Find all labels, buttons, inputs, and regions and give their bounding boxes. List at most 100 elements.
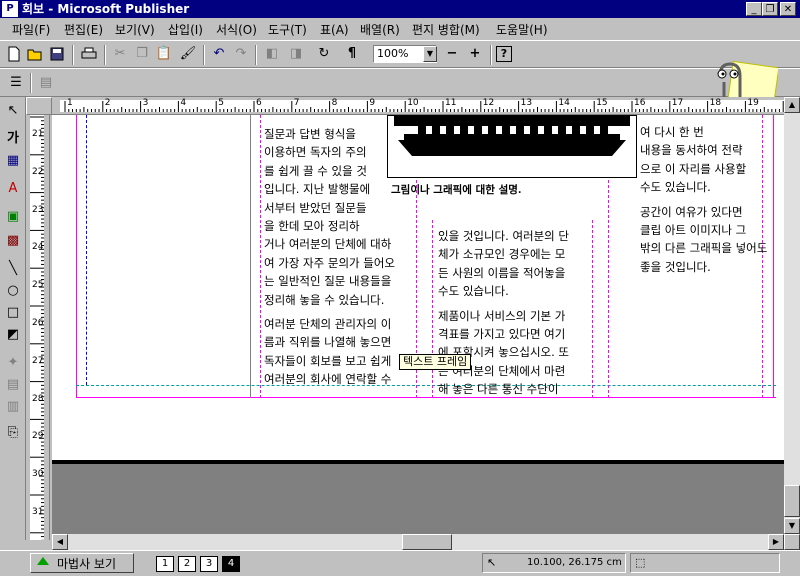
vertical-ruler[interactable]: 21 22 23 24 25 26 27 28 29 30 31 bbox=[26, 115, 50, 540]
text-frame-col1[interactable]: 질문과 답변 형식을 이용하면 독자의 주의 를 쉽게 끌 수 있을 것 입니다. 지… bbox=[264, 125, 412, 389]
text-frame-col3[interactable]: 여 다시 한 번 내용을 동서하여 전략 으로 이 자리를 사용할 수도 있습니다. … bbox=[640, 123, 767, 276]
properties-icon[interactable]: ▤ bbox=[36, 73, 56, 93]
ruler-label: 7 bbox=[293, 98, 300, 108]
menu-help[interactable]: 도움말(H) bbox=[496, 21, 548, 38]
close-button[interactable]: ✕ bbox=[780, 2, 796, 16]
rectangle-tool-icon[interactable]: □ bbox=[3, 303, 23, 323]
ruler-label: 27 bbox=[32, 355, 44, 366]
text-frame-tooltip: 텍스트 프레임 bbox=[399, 354, 472, 370]
copy-icon[interactable]: ❐ bbox=[132, 44, 152, 64]
ruler-label: 17 bbox=[671, 98, 684, 108]
clipart-tool-icon[interactable]: ▩ bbox=[3, 231, 23, 251]
ruler-label: 29 bbox=[32, 431, 44, 442]
ruler-label: 18 bbox=[709, 98, 722, 108]
ruler-label: 13 bbox=[520, 98, 533, 108]
menu-view[interactable]: 보기(V) bbox=[115, 21, 155, 38]
page[interactable]: 그림이나 그래픽에 대한 설명. 질문과 답변 형식을 이용하면 독자의 주의 를 … bbox=[52, 115, 784, 463]
save-icon[interactable] bbox=[47, 44, 67, 64]
menu-arrange[interactable]: 배열(R) bbox=[360, 21, 400, 38]
coordinates-panel: ↖ 10.100, 26.175 cm bbox=[482, 553, 626, 573]
wizard-button[interactable]: 마법사 보기 bbox=[30, 553, 134, 573]
text-line: 으로 이 자리를 사용할 bbox=[640, 161, 747, 176]
page-button-3[interactable]: 3 bbox=[200, 556, 218, 572]
ruler-label: 3 bbox=[142, 98, 149, 108]
oval-tool-icon[interactable]: ○ bbox=[3, 281, 23, 301]
pointer-tool-icon[interactable]: ↖ bbox=[3, 101, 23, 121]
document-canvas[interactable]: 그림이나 그래픽에 대한 설명. 질문과 답변 형식을 이용하면 독자의 주의 를 … bbox=[52, 115, 784, 534]
redo-icon[interactable]: ↷ bbox=[231, 44, 251, 64]
horizontal-scroll-thumb[interactable] bbox=[402, 534, 452, 550]
rotate-icon[interactable]: ↻ bbox=[314, 44, 334, 64]
ole-object-icon[interactable]: ▤ bbox=[3, 375, 23, 395]
table-tool-icon[interactable]: ▦ bbox=[3, 151, 23, 171]
ruler-label: 15 bbox=[596, 98, 608, 108]
line-tool-icon[interactable]: ╲ bbox=[3, 259, 23, 279]
bring-to-front-icon[interactable]: ◧ bbox=[262, 44, 282, 64]
horizontal-ruler[interactable]: 1 2 3 4 5 6 7 8 9 10 11 12 13 14 15 16 17 18 19 bbox=[52, 97, 784, 115]
text-frame-col2[interactable]: 있을 것입니다. 여러분의 단 체가 소규모인 경우에는 모든 사원의 이름을 적… bbox=[438, 227, 590, 399]
ruler-label: 2 bbox=[104, 98, 111, 108]
help-icon[interactable]: ? bbox=[496, 46, 512, 62]
page-button-1[interactable]: 1 bbox=[156, 556, 174, 572]
zoom-out-button[interactable]: − bbox=[442, 44, 462, 64]
window-title: 회보 - Microsoft Publisher bbox=[22, 2, 190, 16]
vertical-scroll-thumb[interactable] bbox=[784, 485, 800, 517]
undo-icon[interactable]: ↶ bbox=[209, 44, 229, 64]
ruler-label: 8 bbox=[331, 98, 338, 108]
maximize-button[interactable]: ❐ bbox=[762, 2, 778, 16]
open-folder-icon[interactable] bbox=[25, 44, 45, 64]
menu-mail-merge[interactable]: 편지 병합(M) bbox=[412, 21, 480, 38]
cut-icon[interactable]: ✂ bbox=[110, 44, 130, 64]
menu-tools[interactable]: 도구(T) bbox=[268, 21, 307, 38]
scroll-right-icon[interactable]: ▶ bbox=[768, 534, 784, 550]
text-line: 독자들이 회보를 보고 쉽게 bbox=[264, 353, 392, 368]
print-icon[interactable] bbox=[79, 44, 99, 64]
paste-icon[interactable]: 📋 bbox=[154, 44, 174, 64]
custom-shape-tool-icon[interactable]: ◩ bbox=[3, 325, 23, 345]
text-tool-icon[interactable]: 가 bbox=[3, 129, 23, 149]
text-line: 거나 여러분의 단체에 대하 bbox=[264, 237, 392, 252]
text-line: 체가 소규모인 경우에는 모 bbox=[438, 247, 566, 262]
pilcrow-icon[interactable]: ¶ bbox=[342, 44, 362, 64]
text-line: 질문과 답변 형식을 bbox=[264, 127, 356, 141]
new-document-icon[interactable] bbox=[4, 44, 24, 64]
menu-edit[interactable]: 편집(E) bbox=[64, 21, 103, 38]
picture-frame[interactable] bbox=[387, 115, 637, 178]
vertical-scrollbar[interactable]: ▲ ▼ bbox=[784, 97, 800, 534]
title-bar[interactable]: P 회보 - Microsoft Publisher _ ❐ ✕ bbox=[0, 0, 800, 18]
send-to-back-icon[interactable]: ◨ bbox=[286, 44, 306, 64]
ruler-label: 10 bbox=[407, 98, 419, 108]
ruler-label: 19 bbox=[747, 98, 759, 108]
ruler-label: 28 bbox=[32, 393, 44, 404]
text-line: 입니다. 지난 발행물에 bbox=[264, 182, 371, 197]
form-control-icon[interactable]: ▥ bbox=[3, 397, 23, 417]
menu-file[interactable]: 파일(F) bbox=[12, 21, 50, 38]
zoom-dropdown-icon[interactable]: ▼ bbox=[423, 46, 437, 62]
html-fragment-icon[interactable]: ⎘ bbox=[3, 423, 23, 443]
scroll-down-icon[interactable]: ▼ bbox=[784, 518, 800, 534]
format-painter-icon[interactable]: 🖌 bbox=[178, 44, 198, 64]
zoom-in-button[interactable]: + bbox=[465, 44, 485, 64]
text-line: 정리해 놓을 수 있습니다. bbox=[264, 292, 385, 307]
menu-table[interactable]: 표(A) bbox=[320, 21, 349, 38]
text-line: 좋을 것입니다. bbox=[640, 259, 711, 274]
design-gallery-icon[interactable]: ✦ bbox=[3, 353, 23, 373]
text-line: 격표를 가지고 있다면 여기 bbox=[438, 327, 566, 342]
page-button-4[interactable]: 4 bbox=[222, 556, 240, 572]
menu-lines-icon[interactable]: ☰ bbox=[6, 73, 26, 93]
ruler-label: 1 bbox=[67, 98, 73, 108]
ruler-label: 9 bbox=[369, 98, 376, 108]
picture-tool-icon[interactable]: ▣ bbox=[3, 207, 23, 227]
menu-format[interactable]: 서식(O) bbox=[216, 21, 257, 38]
text-line: 을 한데 모아 정리하 bbox=[264, 219, 360, 234]
app-icon[interactable]: P bbox=[2, 1, 18, 17]
text-line: 수도 있습니다. bbox=[438, 284, 509, 299]
minimize-button[interactable]: _ bbox=[746, 2, 762, 16]
horizontal-scrollbar[interactable]: ◀ ▶ bbox=[52, 534, 784, 550]
scroll-left-icon[interactable]: ◀ bbox=[52, 534, 68, 550]
scroll-up-icon[interactable]: ▲ bbox=[784, 97, 800, 113]
ruler-corner[interactable] bbox=[26, 97, 52, 115]
menu-insert[interactable]: 삽입(I) bbox=[168, 21, 203, 38]
page-button-2[interactable]: 2 bbox=[178, 556, 196, 572]
wordart-tool-icon[interactable]: A bbox=[3, 179, 23, 199]
